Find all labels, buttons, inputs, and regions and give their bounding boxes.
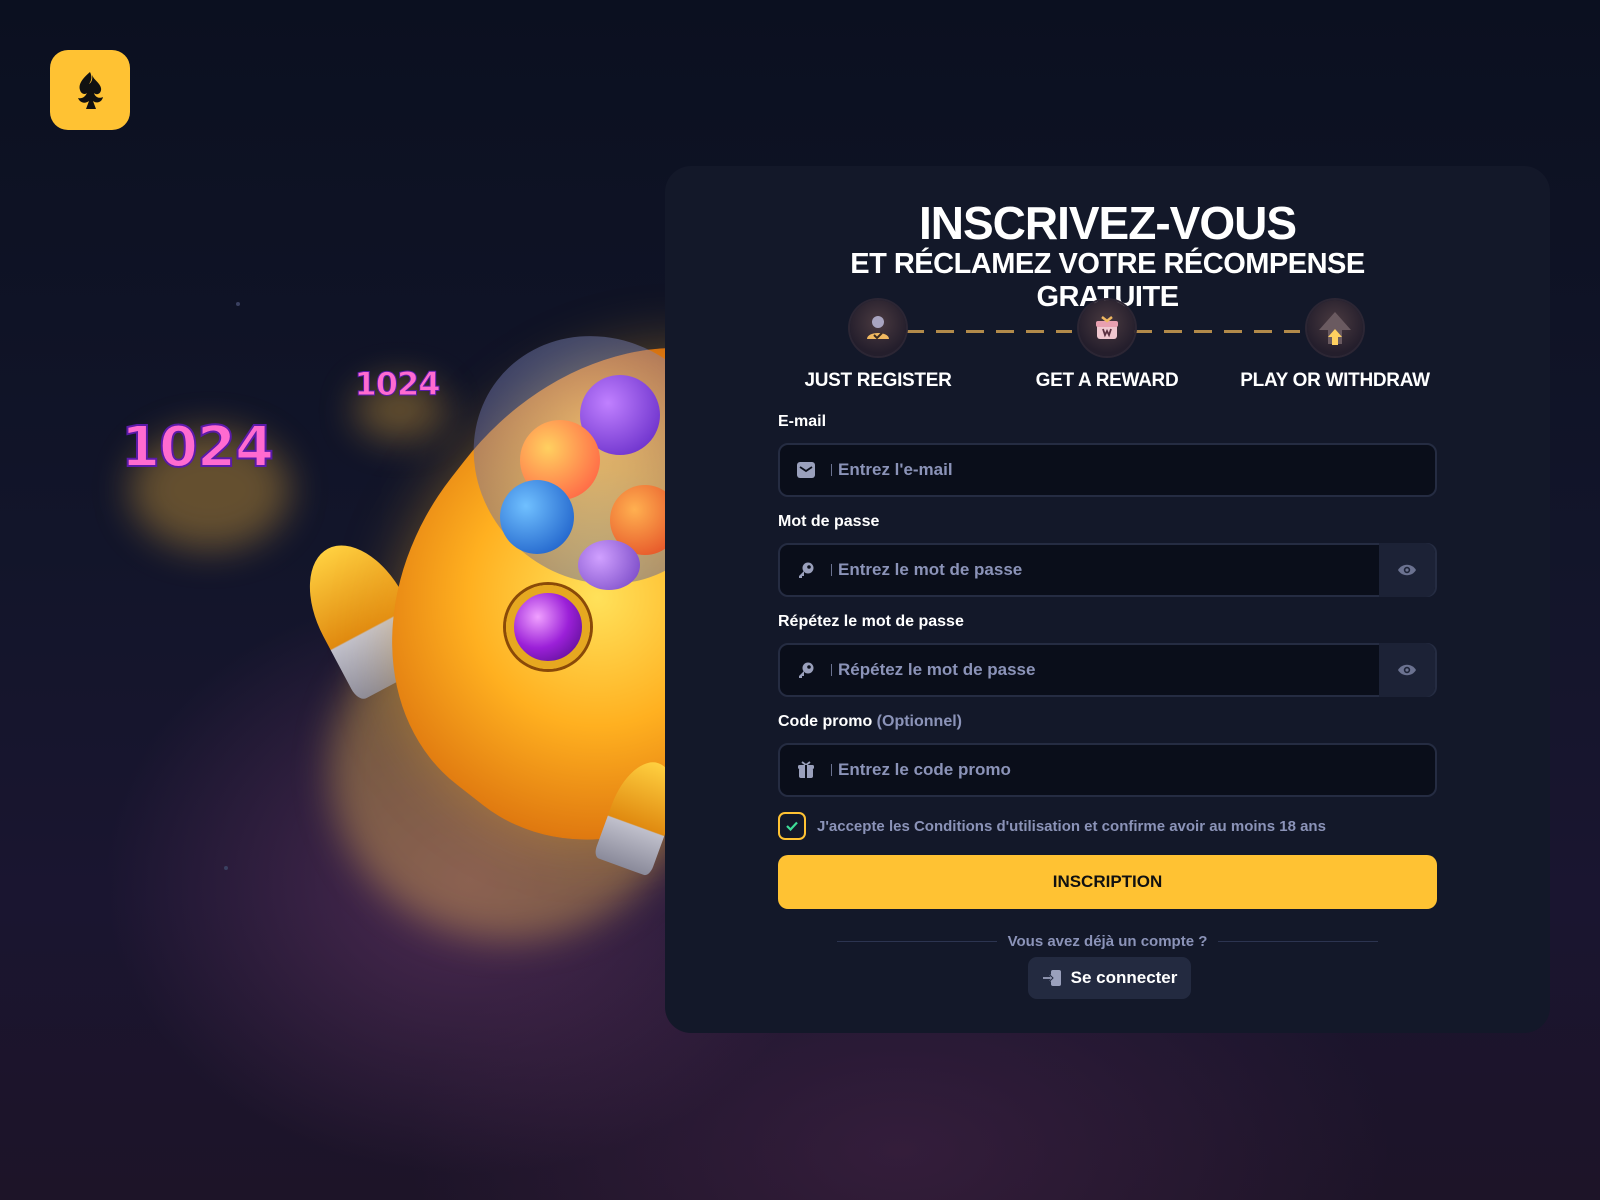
spade-flame-icon — [78, 72, 103, 109]
key-icon — [780, 545, 832, 595]
terms-text[interactable]: J'accepte les Conditions d'utilisation e… — [817, 818, 1326, 835]
toggle-password-repeat-visibility[interactable] — [1379, 643, 1435, 697]
candy-ball — [578, 540, 640, 590]
badge-1024-large: 1024 — [120, 414, 275, 481]
promo-field-container — [778, 743, 1437, 797]
mail-icon — [780, 445, 832, 495]
login-icon — [1042, 970, 1061, 986]
password-repeat-field-container — [778, 643, 1437, 697]
candy-ball — [500, 480, 574, 554]
step-label: JUST REGISTER — [804, 370, 952, 391]
badge-1024-small: 1024 — [354, 365, 441, 404]
login-label: Se connecter — [1070, 968, 1178, 987]
email-label: E-mail — [778, 413, 827, 430]
check-icon — [786, 821, 798, 832]
divider-line — [837, 940, 997, 942]
key-icon — [780, 645, 832, 695]
password-field-container — [778, 543, 1437, 597]
gift-icon — [780, 745, 832, 795]
have-account-text: Vous avez déjà un compte ? — [1007, 932, 1208, 950]
step-reward: GET A REWARD — [1007, 300, 1207, 392]
promo-label: Code promo (Optionnel) — [778, 713, 962, 731]
toggle-password-visibility[interactable] — [1379, 543, 1435, 597]
terms-row: J'accepte les Conditions d'utilisation e… — [778, 812, 1326, 840]
promo-label-text: Code promo — [778, 713, 873, 730]
promo-input[interactable] — [832, 745, 1435, 795]
eye-icon — [1398, 664, 1416, 676]
step-register: JUST REGISTER — [778, 300, 978, 392]
have-account-divider: Vous avez déjà un compte ? — [837, 931, 1378, 951]
password-repeat-label: Répétez le mot de passe — [778, 613, 964, 630]
login-button[interactable]: Se connecter — [1028, 957, 1191, 999]
password-repeat-input[interactable] — [832, 645, 1435, 695]
page-title: INSCRIVEZ-VOUS — [918, 197, 1297, 249]
terms-checkbox[interactable] — [778, 812, 806, 840]
email-field-container — [778, 443, 1437, 497]
site-logo[interactable] — [50, 50, 130, 130]
step-play: PLAY OR WITHDRAW — [1235, 300, 1435, 392]
step-label: PLAY OR WITHDRAW — [1240, 370, 1430, 391]
gift-icon — [1079, 300, 1135, 356]
promo-optional-text: (Optionnel) — [876, 713, 962, 730]
password-input[interactable] — [832, 545, 1435, 595]
rocket-porthole — [506, 585, 590, 669]
divider-line — [1218, 940, 1378, 942]
password-label: Mot de passe — [778, 513, 880, 530]
arrow-up-icon — [1307, 300, 1363, 356]
steps-progress: JUST REGISTER GET A REWARD PLAY OR WITHD… — [778, 300, 1437, 400]
eye-icon — [1398, 564, 1416, 576]
register-button[interactable]: INSCRIPTION — [778, 855, 1437, 909]
promo-artwork: 1024 1024 — [0, 0, 700, 1200]
step-label: GET A REWARD — [1035, 370, 1179, 391]
registration-card: INSCRIVEZ-VOUS ET RÉCLAMEZ VOTRE RÉCOMPE… — [665, 166, 1550, 1033]
user-check-icon — [850, 300, 906, 356]
email-input[interactable] — [832, 445, 1435, 495]
